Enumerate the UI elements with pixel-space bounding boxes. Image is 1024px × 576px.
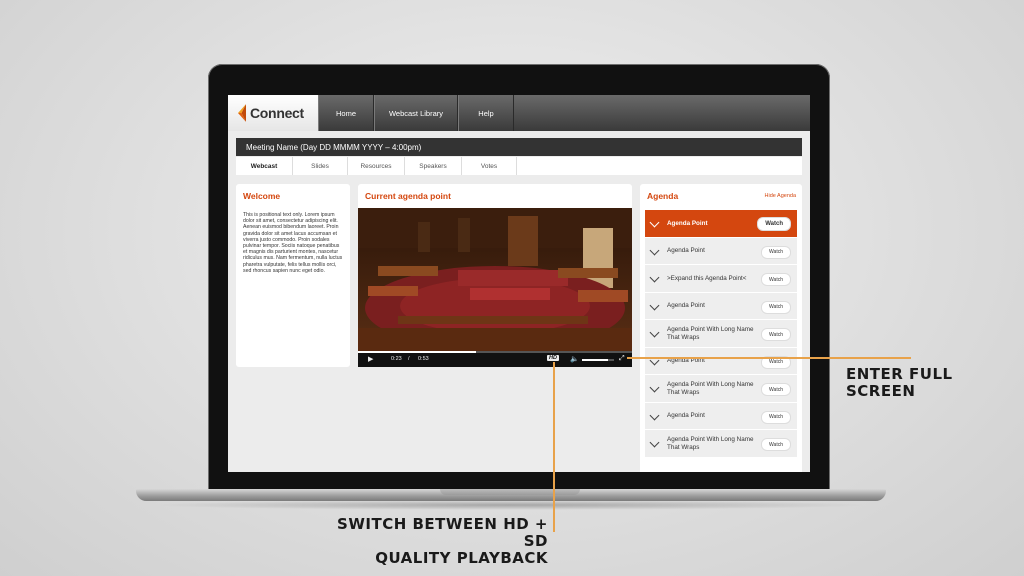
watch-button[interactable]: Watch	[761, 273, 791, 286]
play-icon[interactable]: ▶	[368, 355, 373, 363]
tab-webcast[interactable]: Webcast	[236, 157, 293, 175]
video-title: Current agenda point	[365, 191, 451, 201]
agenda-item-label: Agenda Point With Long Name That Wraps	[667, 326, 754, 341]
watch-button[interactable]: Watch	[761, 438, 791, 451]
council-chamber-image	[358, 208, 632, 353]
agenda-item[interactable]: Agenda Point Watch	[645, 292, 797, 320]
watch-button[interactable]: Watch	[761, 328, 791, 341]
logo-text: Connect	[250, 105, 304, 121]
agenda-item-label: >Expand this Agenda Point<	[667, 274, 747, 282]
fullscreen-callout-line2: SCREEN	[846, 382, 916, 400]
hide-agenda-link[interactable]: Hide Agenda	[765, 193, 797, 199]
agenda-panel: Agenda Hide Agenda Agenda Point Watch Ag…	[640, 184, 802, 472]
agenda-item[interactable]: >Expand this Agenda Point< Watch	[645, 265, 797, 293]
agenda-item-label: Agenda Point	[667, 219, 708, 227]
watch-button[interactable]: Watch	[761, 300, 791, 314]
hd-callout-line2: QUALITY PLAYBACK	[375, 549, 548, 567]
welcome-body: This is positional text only. Lorem ipsu…	[243, 212, 343, 274]
chevron-down-icon[interactable]	[649, 300, 660, 310]
sub-tabs: Webcast Slides Resources Speakers Votes	[236, 157, 802, 175]
hd-callout-line1: SWITCH BETWEEN HD + SD	[337, 515, 548, 550]
meeting-title: Meeting Name (Day DD MMMM YYYY – 4:00pm)	[246, 142, 422, 152]
progress-bar[interactable]	[358, 351, 632, 353]
agenda-item[interactable]: Agenda Point With Long Name That Wraps W…	[645, 375, 797, 403]
laptop-shadow	[150, 500, 870, 510]
chevron-down-icon[interactable]	[649, 410, 660, 420]
chevron-down-icon[interactable]	[649, 382, 660, 393]
agenda-item[interactable]: Agenda Point Watch	[645, 347, 797, 375]
video-player[interactable]	[358, 208, 632, 353]
tab-votes[interactable]: Votes	[462, 157, 517, 175]
logo-icon	[238, 104, 246, 122]
nav-help[interactable]: Help	[458, 95, 514, 131]
time-separator: /	[408, 356, 410, 362]
agenda-item-label: Agenda Point With Long Name That Wraps	[667, 381, 754, 396]
volume-icon[interactable]: 🔈	[570, 355, 579, 363]
volume-fill	[582, 359, 608, 361]
fullscreen-callout: ENTER FULL SCREEN	[846, 366, 953, 400]
nav-home[interactable]: Home	[318, 95, 374, 131]
welcome-panel: Welcome This is positional text only. Lo…	[236, 184, 350, 367]
agenda-item-label: Agenda Point	[667, 247, 705, 255]
chevron-down-icon[interactable]	[649, 327, 660, 338]
agenda-item[interactable]: Agenda Point With Long Name That Wraps W…	[645, 430, 797, 458]
watch-button[interactable]: Watch	[757, 217, 791, 231]
watch-button[interactable]: Watch	[761, 410, 791, 424]
meeting-title-bar: Meeting Name (Day DD MMMM YYYY – 4:00pm)	[236, 138, 802, 156]
duration: 0:53	[418, 356, 429, 362]
chevron-down-icon[interactable]	[649, 437, 660, 448]
agenda-item[interactable]: Agenda Point Watch	[645, 237, 797, 265]
current-time: 0:23	[391, 356, 402, 362]
chevron-down-icon[interactable]	[649, 272, 660, 283]
hd-toggle-button[interactable]: HD	[547, 355, 559, 361]
laptop-screen: Connect Home Webcast Library Help Meetin…	[228, 95, 810, 472]
nav-webcast-library[interactable]: Webcast Library	[374, 95, 458, 131]
laptop-notch	[440, 489, 580, 495]
video-controls: ▶ 0:23 / 0:53 HD 🔈 ⤢	[358, 351, 632, 367]
app-header: Connect Home Webcast Library Help	[228, 95, 810, 131]
agenda-item-label: Agenda Point	[667, 412, 705, 420]
fullscreen-icon[interactable]: ⤢	[619, 355, 625, 363]
logo[interactable]: Connect	[228, 95, 318, 131]
watch-button[interactable]: Watch	[761, 383, 791, 396]
agenda-item[interactable]: Agenda Point Watch	[645, 402, 797, 430]
watch-button[interactable]: Watch	[761, 245, 791, 259]
video-panel: Current agenda point ▶ 0:23 / 0:53 HD 🔈 …	[358, 184, 632, 367]
welcome-title: Welcome	[243, 191, 281, 201]
tab-slides[interactable]: Slides	[293, 157, 348, 175]
chevron-down-icon[interactable]	[649, 245, 660, 255]
volume-slider[interactable]	[582, 359, 614, 361]
agenda-item-label: Agenda Point With Long Name That Wraps	[667, 436, 754, 451]
fullscreen-callout-line1: ENTER FULL	[846, 365, 953, 383]
main-nav: Home Webcast Library Help	[318, 95, 514, 131]
chevron-down-icon[interactable]	[649, 217, 660, 228]
hd-callout: SWITCH BETWEEN HD + SD QUALITY PLAYBACK	[320, 516, 548, 567]
agenda-item-label: Agenda Point	[667, 302, 705, 310]
agenda-item[interactable]: Agenda Point Watch	[645, 210, 797, 238]
agenda-item[interactable]: Agenda Point With Long Name That Wraps W…	[645, 320, 797, 348]
fullscreen-callout-line	[627, 357, 911, 359]
tab-speakers[interactable]: Speakers	[405, 157, 462, 175]
agenda-list: Agenda Point Watch Agenda Point Watch >E…	[645, 210, 797, 458]
agenda-item-label: Agenda Point	[667, 357, 705, 365]
agenda-title: Agenda	[647, 191, 679, 201]
tab-resources[interactable]: Resources	[348, 157, 405, 175]
progress-fill	[358, 351, 476, 353]
hd-callout-line	[553, 362, 555, 532]
